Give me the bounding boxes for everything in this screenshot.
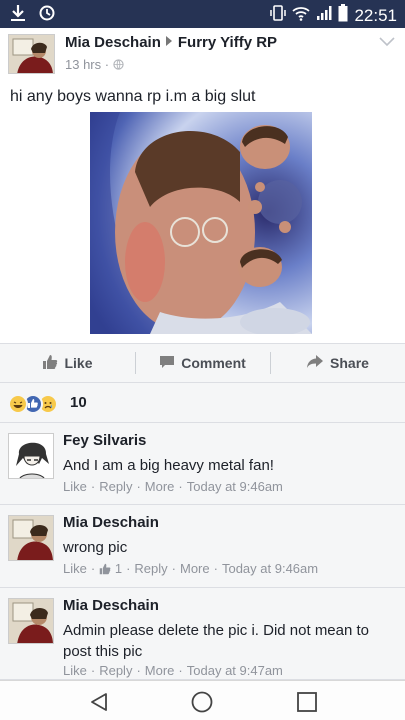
post-group[interactable]: Furry Yiffy RP — [178, 34, 277, 51]
signal-icon — [316, 5, 332, 26]
post-time[interactable]: 13 hrs — [65, 57, 101, 72]
avatar[interactable] — [8, 433, 54, 479]
post-actions: Like Comment Share — [0, 343, 405, 383]
reactions-bar[interactable]: 10 — [0, 383, 405, 423]
comment-reply-link[interactable]: Reply — [99, 663, 132, 678]
comment-text: Admin please delete the pic i. Did not m… — [63, 622, 370, 660]
wifi-icon — [292, 5, 311, 26]
navigation-bar — [0, 680, 405, 720]
status-time: 22:51 — [354, 5, 397, 25]
globe-icon — [113, 57, 124, 72]
comment-more-link[interactable]: More — [145, 663, 175, 678]
back-icon[interactable] — [84, 687, 114, 717]
comment-like-link[interactable]: Like — [63, 561, 87, 576]
comment-reply-link[interactable]: Reply — [99, 479, 132, 494]
thumbs-up-icon — [42, 354, 58, 373]
comment-author[interactable]: Mia Deschain — [63, 514, 159, 531]
comment-icon — [159, 354, 175, 373]
battery-icon — [338, 4, 348, 27]
arrow-right-icon — [165, 36, 172, 46]
like-label: Like — [64, 355, 93, 371]
like-button[interactable]: Like — [0, 344, 135, 382]
comment-footer: Like · Reply · More · Today at 9:46am — [63, 479, 283, 494]
chevron-down-icon[interactable] — [379, 34, 395, 52]
status-bar: 22:51 — [0, 0, 405, 28]
avatar[interactable] — [8, 34, 55, 74]
share-label: Share — [330, 355, 369, 371]
post-photo[interactable] — [90, 112, 312, 334]
post-text: hi any boys wanna rp i.m a big slut — [10, 88, 256, 105]
comment-time[interactable]: Today at 9:47am — [187, 663, 283, 678]
recents-icon[interactable] — [292, 687, 322, 717]
comment-button[interactable]: Comment — [135, 344, 270, 382]
comment-item: Mia Deschain wrong pic Like · 1 · Reply · Mor… — [0, 505, 405, 588]
share-button[interactable]: Share — [270, 344, 405, 382]
comment-text: wrong pic — [63, 539, 128, 556]
comment-like-link[interactable]: Like — [63, 663, 87, 678]
comment-author[interactable]: Mia Deschain — [63, 597, 159, 614]
haha-icon — [8, 394, 28, 414]
thumbs-up-icon — [99, 563, 111, 578]
sync-icon — [38, 4, 56, 27]
comment-more-link[interactable]: More — [145, 479, 175, 494]
post-author[interactable]: Mia Deschain — [65, 34, 161, 51]
avatar[interactable] — [8, 515, 54, 561]
comment-like-count[interactable]: 1 — [115, 561, 122, 576]
share-icon — [306, 354, 324, 373]
comment-time[interactable]: Today at 9:46am — [187, 479, 283, 494]
vibrate-icon — [270, 5, 287, 26]
comment-author[interactable]: Fey Silvaris — [63, 432, 146, 449]
comment-time[interactable]: Today at 9:46am — [222, 561, 318, 576]
comment-footer: Like · Reply · More · Today at 9:47am — [63, 663, 283, 678]
post-card: Mia Deschain Furry Yiffy RP 13 hrs · hi a… — [0, 28, 405, 343]
avatar[interactable] — [8, 598, 54, 644]
comment-more-link[interactable]: More — [180, 561, 210, 576]
post-header: Mia Deschain Furry Yiffy RP — [65, 34, 277, 51]
comment-footer: Like · 1 · Reply · More · Today at 9:46am — [63, 561, 319, 578]
post-meta: 13 hrs · — [65, 57, 124, 72]
download-icon — [10, 4, 26, 27]
comment-text: And I am a big heavy metal fan! — [63, 457, 274, 474]
reaction-count: 10 — [70, 394, 87, 411]
comment-like-link[interactable]: Like — [63, 479, 87, 494]
comment-label: Comment — [181, 355, 246, 371]
comment-reply-link[interactable]: Reply — [134, 561, 167, 576]
comment-item: Mia Deschain Admin please delete the pic… — [0, 588, 405, 680]
home-icon[interactable] — [187, 687, 217, 717]
comment-item: Fey Silvaris And I am a big heavy metal … — [0, 423, 405, 505]
